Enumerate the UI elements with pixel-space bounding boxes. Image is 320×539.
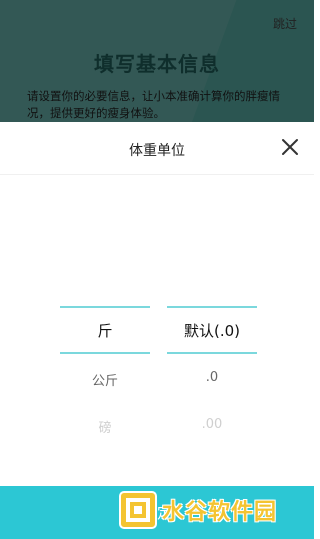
unit-picker-top-line xyxy=(60,306,150,308)
decimal-option-selected[interactable]: 默认(.0) xyxy=(160,320,264,341)
sheet-title: 体重单位 xyxy=(129,143,185,159)
logo-text: 水谷软件园 xyxy=(162,500,278,525)
unit-option[interactable]: 公斤 xyxy=(60,370,150,389)
unit-option[interactable]: 磅 xyxy=(60,417,150,436)
page-description: 请设置你的必要信息，让小本准确计算你的胖瘦情况，提供更好的瘦身体验。 xyxy=(27,89,280,120)
page-title: 填写基本信息 xyxy=(94,52,220,76)
decimal-picker-top-line xyxy=(167,306,257,308)
watermark-logo: 水谷软件园 xyxy=(118,488,308,532)
sheet-header: 体重单位 xyxy=(0,122,314,175)
unit-picker-sheet: 体重单位 斤 公斤 磅 默认(.0) .0 .00 确定 xyxy=(0,122,314,539)
decimal-option[interactable]: .0 xyxy=(160,370,264,385)
unit-option-selected[interactable]: 斤 xyxy=(60,320,150,341)
unit-picker-bottom-line xyxy=(60,352,150,354)
skip-button[interactable]: 跳过 xyxy=(273,15,297,32)
decimal-option[interactable]: .00 xyxy=(160,417,264,432)
decimal-picker-bottom-line xyxy=(167,352,257,354)
logo-icon xyxy=(118,490,158,530)
close-icon[interactable] xyxy=(279,136,301,158)
